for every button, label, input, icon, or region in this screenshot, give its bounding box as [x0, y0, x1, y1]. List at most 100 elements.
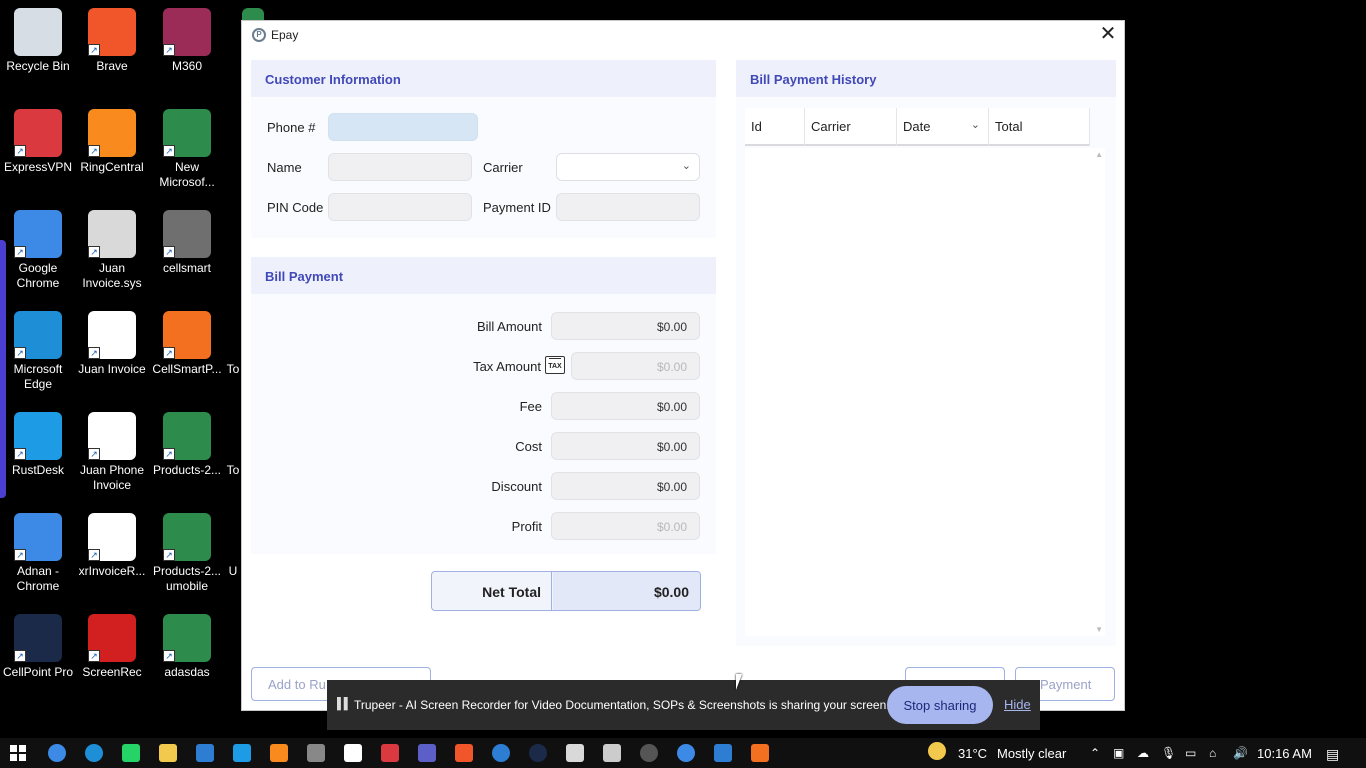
notifications-icon[interactable]: ▤ — [1326, 746, 1339, 763]
taskbar-expressvpn-icon[interactable] — [381, 744, 399, 762]
windows-start-icon[interactable] — [10, 745, 26, 761]
desktop-icon-label: CellPoint Pro — [2, 665, 74, 679]
weather-temperature[interactable]: 31°C — [958, 746, 987, 761]
column-header-id[interactable]: Id — [745, 108, 805, 146]
taskbar-cellpoint-icon[interactable] — [529, 744, 547, 762]
fee-input[interactable]: $0.00 — [551, 392, 700, 420]
taskbar-chrome2-icon[interactable] — [677, 744, 695, 762]
desktop-icon[interactable]: ↗ CellPoint Pro — [0, 606, 76, 680]
desktop-icon[interactable]: ↗ Juan Invoice.sys — [74, 202, 150, 291]
taskbar-app4-icon[interactable] — [714, 744, 732, 762]
desktop-app-icon: ↗ — [14, 614, 62, 662]
onedrive-icon[interactable]: ☁ — [1137, 746, 1149, 760]
show-hidden-icons-icon[interactable]: ⌃ — [1090, 746, 1100, 760]
desktop-icon-label: Products-2... — [152, 463, 222, 477]
carrier-select[interactable]: ⌄ — [556, 153, 700, 181]
desktop-icon[interactable]: ↗ RingCentral — [74, 101, 150, 175]
cost-input[interactable]: $0.00 — [551, 432, 700, 460]
taskbar-app-icon[interactable] — [307, 744, 325, 762]
volume-icon[interactable]: 🔊 — [1233, 746, 1248, 760]
desktop-app-icon: ↗ — [88, 109, 136, 157]
chevron-down-icon[interactable]: ⌄ — [971, 118, 980, 131]
desktop-icon-label: adasdas — [164, 665, 210, 679]
hide-link[interactable]: Hide — [1004, 697, 1031, 712]
bill-amount-input[interactable]: $0.00 — [551, 312, 700, 340]
desktop-icon[interactable]: ↗ Google Chrome — [0, 202, 76, 291]
taskbar-ringcentral-icon[interactable] — [270, 744, 288, 762]
desktop-app-icon: ↗ — [14, 109, 62, 157]
taskbar-file-explorer-icon[interactable] — [159, 744, 177, 762]
desktop-icon[interactable]: ↗ Adnan - Chrome — [0, 505, 76, 594]
history-grid-body[interactable]: ▲ ▼ — [745, 148, 1105, 636]
taskbar-notepad-icon[interactable] — [566, 744, 584, 762]
phone-input[interactable] — [328, 113, 478, 141]
close-button[interactable]: ✕ — [1098, 24, 1118, 45]
desktop-icon[interactable]: Recycle Bin — [0, 0, 76, 74]
taskbar-rustdesk-icon[interactable] — [233, 744, 251, 762]
desktop-icon-label: Juan Invoice — [78, 362, 146, 376]
clock-time[interactable]: 10:16 AM — [1257, 746, 1312, 761]
scroll-down-arrow-icon[interactable]: ▼ — [1095, 625, 1103, 634]
desktop-app-icon: ↗ — [14, 311, 62, 359]
desktop-icon[interactable]: ↗ Products-2... umobile — [149, 505, 225, 594]
desktop-icon[interactable]: ↗ ScreenRec — [74, 606, 150, 680]
taskbar-store-icon[interactable] — [196, 744, 214, 762]
pin-code-input[interactable] — [328, 193, 472, 221]
taskbar-chrome-icon[interactable] — [48, 744, 66, 762]
taskbar-brave-icon[interactable] — [455, 744, 473, 762]
tax-amount-input[interactable]: $0.00 — [571, 352, 700, 380]
taskbar-app3-icon[interactable] — [492, 744, 510, 762]
column-header-total[interactable]: Total — [989, 108, 1090, 146]
stop-sharing-button[interactable]: Stop sharing — [887, 686, 993, 724]
desktop-icon[interactable]: ↗ New Microsof... — [149, 101, 225, 190]
taskbar-calculator-icon[interactable] — [603, 744, 621, 762]
desktop-icon[interactable]: ↗ xrInvoiceR... — [74, 505, 150, 579]
payment-id-label: Payment ID — [483, 200, 551, 215]
cost-label: Cost — [515, 439, 542, 454]
taskbar-epay-icon[interactable] — [640, 744, 658, 762]
tax-calendar-icon[interactable]: TAX — [545, 356, 565, 374]
taskbar-edge-icon[interactable] — [85, 744, 103, 762]
desktop-app-icon: ↗ — [163, 109, 211, 157]
discount-input[interactable]: $0.00 — [551, 472, 700, 500]
desktop-icon-label: RustDesk — [11, 463, 64, 477]
battery-icon[interactable]: ▭ — [1185, 746, 1196, 760]
desktop-icon[interactable]: ↗ ExpressVPN — [0, 101, 76, 175]
network-icon[interactable]: ⌂ — [1209, 746, 1216, 760]
weather-icon[interactable] — [928, 742, 946, 760]
title-bar: P Epay ✕ — [242, 21, 1124, 49]
taskbar-teams-icon[interactable] — [418, 744, 436, 762]
shortcut-arrow-icon: ↗ — [14, 246, 26, 258]
shortcut-arrow-icon: ↗ — [14, 549, 26, 561]
desktop-icon-label: cellsmart — [162, 261, 211, 275]
pause-icon[interactable]: ▌▌ — [337, 698, 352, 710]
desktop-icon[interactable]: ↗ cellsmart — [149, 202, 225, 276]
weather-condition[interactable]: Mostly clear — [997, 746, 1066, 761]
taskbar-whatsapp-icon[interactable] — [122, 744, 140, 762]
taskbar-app5-icon[interactable] — [751, 744, 769, 762]
desktop-icon-label: New Microsof... — [159, 160, 215, 189]
desktop-icon[interactable]: ↗ M360 — [149, 0, 225, 74]
desktop-app-icon: ↗ — [88, 614, 136, 662]
desktop-icon[interactable]: ↗ Microsoft Edge — [0, 303, 76, 392]
desktop-icon[interactable]: ↗ RustDesk — [0, 404, 76, 478]
bill-payment-heading: Bill Payment — [251, 257, 716, 294]
payment-id-input[interactable] — [556, 193, 700, 221]
desktop-app-icon: ↗ — [163, 8, 211, 56]
column-header-carrier[interactable]: Carrier — [805, 108, 897, 146]
desktop-icon[interactable]: ↗ Juan Phone Invoice — [74, 404, 150, 493]
column-header-date[interactable]: Date ⌄ — [897, 108, 989, 146]
desktop-icon[interactable]: ↗ Juan Invoice — [74, 303, 150, 377]
taskbar-app2-icon[interactable] — [344, 744, 362, 762]
bill-payment-history-heading: Bill Payment History — [736, 60, 1116, 97]
desktop-icon[interactable]: ↗ Brave — [74, 0, 150, 74]
desktop-icon[interactable]: ↗ adasdas — [149, 606, 225, 680]
desktop-icon-label: Adnan - Chrome — [16, 564, 60, 593]
scroll-up-arrow-icon[interactable]: ▲ — [1095, 150, 1103, 159]
desktop-icon[interactable]: ↗ CellSmartP... — [149, 303, 225, 377]
taskbar: 31°C Mostly clear ⌃ ▣ ☁ 🎙 ▭ ⌂ 🔊 10:16 AM… — [0, 738, 1366, 768]
microphone-icon[interactable]: 🎙 — [1161, 746, 1176, 760]
name-input[interactable] — [328, 153, 472, 181]
desktop-icon[interactable]: ↗ Products-2... — [149, 404, 225, 478]
tray-app-icon[interactable]: ▣ — [1113, 746, 1124, 760]
